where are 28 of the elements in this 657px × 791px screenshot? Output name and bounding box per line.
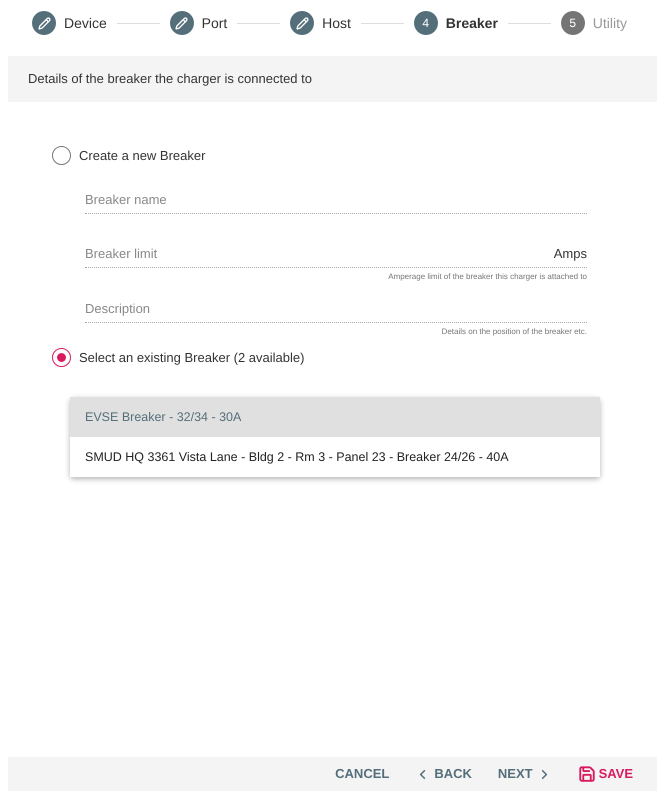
step-label[interactable]: Port: [202, 12, 228, 34]
next-button[interactable]: NEXT: [498, 764, 552, 784]
pencil-icon: [32, 11, 56, 35]
cancel-button[interactable]: CANCEL: [335, 764, 390, 784]
radio-button[interactable]: [52, 348, 71, 367]
input-field[interactable]: Breaker name: [85, 190, 587, 210]
section-header: Details of the breaker the charger is connected to: [8, 56, 657, 102]
step-number: 5: [560, 11, 585, 35]
pencil-icon: [290, 11, 314, 35]
save-button[interactable]: SAVE: [578, 764, 633, 784]
radio-label: Create a new Breaker: [79, 147, 206, 165]
save-icon: [578, 765, 596, 783]
back-button[interactable]: BACK: [415, 764, 472, 784]
menu-item[interactable]: SMUD HQ 3361 Vista Lane - Bldg 2 - Rm 3 - Panel 23 - Breaker 24/26 - 40A: [70, 437, 600, 477]
radio-button[interactable]: [52, 146, 71, 166]
input-field[interactable]: Description: [85, 299, 587, 318]
menu-item[interactable]: EVSE Breaker - 32/34 - 30A: [70, 397, 600, 437]
input-field[interactable]: Breaker limit: [85, 244, 554, 264]
hint-text: Details on the position of the breaker etc.: [442, 326, 587, 338]
step-number: 4: [414, 11, 438, 35]
hint-text: Amperage limit of the breaker this charger is attached to: [388, 270, 587, 282]
step-label[interactable]: Device: [64, 12, 107, 34]
pencil-icon: [170, 11, 194, 35]
unit-label: Amps: [554, 245, 587, 263]
step-label[interactable]: Breaker: [446, 12, 498, 34]
step-label[interactable]: Host: [322, 12, 351, 34]
step-label[interactable]: Utility: [592, 12, 627, 34]
radio-label: Select an existing Breaker (2 available): [79, 348, 304, 367]
